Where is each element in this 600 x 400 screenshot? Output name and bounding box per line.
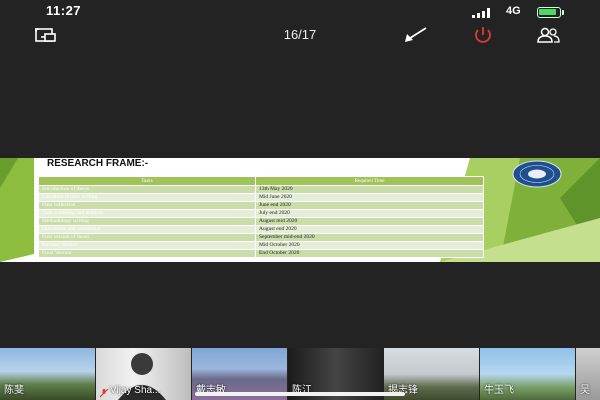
time-cell: August mid 2020 — [255, 217, 484, 226]
status-bar: 11:27 4G — [0, 0, 600, 24]
network-type: 4G — [506, 5, 521, 17]
table-row: Final Version End October 2020 — [38, 249, 484, 258]
battery-cap — [562, 10, 564, 15]
task-cell: Introduction of thesis — [38, 185, 256, 194]
participant-name: 牛玉飞 — [484, 385, 514, 396]
screen-share-icon[interactable] — [34, 26, 60, 44]
battery-icon — [537, 7, 561, 18]
task-cell: Literature review writing — [38, 193, 256, 202]
signal-strength-icon — [472, 8, 492, 18]
task-cell: Final Version — [38, 249, 256, 258]
muted-mic-icon — [99, 388, 109, 398]
time-cell: End October 2020 — [255, 249, 484, 258]
participant-name: 吴 — [580, 385, 590, 396]
time-cell: June end 2020 — [255, 201, 484, 210]
participants-icon[interactable] — [535, 26, 561, 44]
page-indicator: 16/17 — [283, 27, 317, 42]
university-seal-logo — [512, 160, 562, 188]
home-indicator[interactable] — [195, 392, 405, 396]
task-cell: Discussion and conclusion — [38, 225, 256, 234]
participant-name: 陈斐 — [4, 385, 24, 396]
participant-tile[interactable]: 吴 — [576, 348, 600, 400]
table-row: Revised Version Mid October 2020 — [38, 241, 484, 250]
collapse-arrow-icon[interactable] — [402, 26, 428, 44]
table-header-tasks: Tasks — [38, 176, 256, 186]
participant-tile[interactable]: 牛玉飞 — [480, 348, 575, 400]
table-row: Discussion and conclusion August end 2020 — [38, 225, 484, 234]
table-row: Methodology writing August mid 2020 — [38, 217, 484, 226]
shared-slide: RESEARCH FRAME:- Tasks Required Time Int… — [0, 158, 600, 262]
participant-tile[interactable]: 陈斐 — [0, 348, 95, 400]
participant-name: Vijay Sha... — [110, 385, 161, 396]
table-row: Data screening and analysis July end 2020 — [38, 209, 484, 218]
participant-tile[interactable]: Vijay Sha... — [96, 348, 191, 400]
slide-title: RESEARCH FRAME:- — [47, 158, 149, 169]
task-cell: Methodology writing — [38, 217, 256, 226]
time-cell: July end 2020 — [255, 209, 484, 218]
table-row: Introduction of thesis 13th May 2020 — [38, 185, 484, 194]
table-row: First version of thesis September mid-end… — [38, 233, 484, 242]
task-cell: First version of thesis — [38, 233, 256, 242]
table-row: Data collection June end 2020 — [38, 201, 484, 210]
time-cell: 13th May 2020 — [255, 185, 484, 194]
task-cell: Revised Version — [38, 241, 256, 250]
task-cell: Data screening and analysis — [38, 209, 256, 218]
end-call-icon[interactable] — [470, 26, 496, 44]
time-cell: Mid June 2020 — [255, 193, 484, 202]
table-row: Literature review writing Mid June 2020 — [38, 193, 484, 202]
table-header-time: Required Time — [255, 176, 484, 186]
meeting-toolbar: 16/17 — [0, 24, 600, 46]
status-time: 11:27 — [46, 3, 82, 18]
time-cell: September mid-end 2020 — [255, 233, 484, 242]
time-cell: August end 2020 — [255, 225, 484, 234]
time-cell: Mid October 2020 — [255, 241, 484, 250]
task-cell: Data collection — [38, 201, 256, 210]
research-timeline-table: Tasks Required Time Introduction of thes… — [38, 176, 484, 258]
